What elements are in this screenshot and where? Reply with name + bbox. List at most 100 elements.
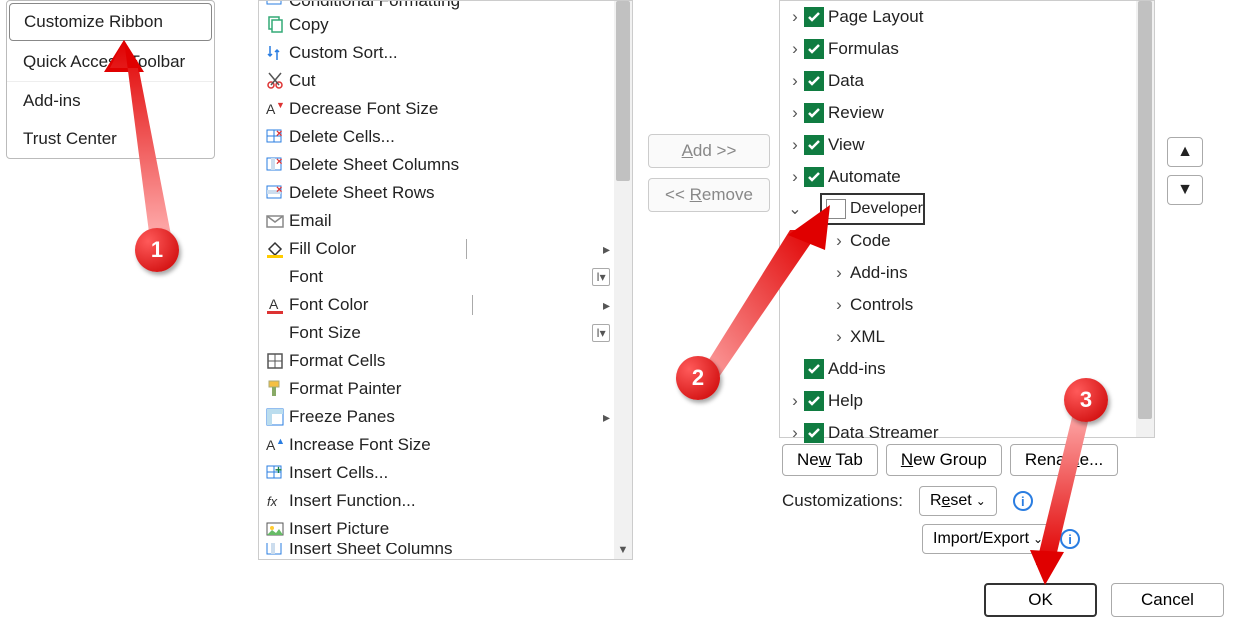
command-item[interactable]: Insert Picture [259, 515, 632, 543]
chevron-right-icon[interactable]: › [786, 391, 804, 411]
sidebar-item-trust-center[interactable]: Trust Center [7, 120, 214, 158]
command-label: Fill Color [289, 239, 356, 259]
rename-button[interactable]: Rename... [1010, 444, 1118, 476]
command-item[interactable]: Copy [259, 11, 632, 39]
command-item[interactable]: Email [259, 207, 632, 235]
chevron-right-icon[interactable]: › [830, 231, 848, 251]
tree-item[interactable]: Add-ins [780, 353, 1154, 385]
command-item[interactable]: Conditional Formatting [259, 1, 632, 11]
command-item[interactable]: Fill Color▸ [259, 235, 632, 263]
checkbox-checked[interactable] [804, 167, 824, 187]
svg-text:A: A [266, 437, 276, 453]
chevron-right-icon[interactable]: › [830, 263, 848, 283]
remove-button[interactable]: << Remove [648, 178, 770, 212]
command-label: Decrease Font Size [289, 99, 438, 119]
commands-scroll-thumb[interactable] [616, 1, 630, 181]
checkbox-checked[interactable] [804, 103, 824, 123]
options-sidebar: Customize Ribbon Quick Access Toolbar Ad… [6, 0, 215, 159]
command-item[interactable]: ×Delete Sheet Rows [259, 179, 632, 207]
add-button[interactable]: Add >> [648, 134, 770, 168]
cut-icon [263, 69, 287, 93]
tree-subitem[interactable]: ›Add-ins [780, 257, 1154, 289]
new-tab-button[interactable]: New Tab [782, 444, 878, 476]
tree-subitem[interactable]: ›Code [780, 225, 1154, 257]
command-item[interactable]: Font SizeI▾ [259, 319, 632, 347]
chevron-right-icon[interactable]: › [786, 423, 804, 443]
sidebar-item-customize-ribbon[interactable]: Customize Ribbon [9, 3, 212, 41]
checkbox-checked[interactable] [804, 7, 824, 27]
tree-subitem[interactable]: ›XML [780, 321, 1154, 353]
command-label: Delete Cells... [289, 127, 395, 147]
chevron-right-icon[interactable]: › [786, 7, 804, 27]
sidebar-item-add-ins[interactable]: Add-ins [7, 82, 214, 120]
chevron-right-icon[interactable]: › [786, 71, 804, 91]
import-export-dropdown[interactable]: Import/Export⌄ [922, 524, 1054, 554]
chevron-right-icon[interactable]: › [786, 135, 804, 155]
decrease-font-icon: A▼ [263, 97, 287, 121]
import-info-icon[interactable]: i [1060, 529, 1080, 549]
annotation-badge-3: 3 [1064, 378, 1108, 422]
chevron-right-icon[interactable]: › [786, 167, 804, 187]
command-item[interactable]: Custom Sort... [259, 39, 632, 67]
custom-sort-icon [263, 41, 287, 65]
conditional-formatting-icon [263, 1, 287, 11]
commands-scroll-down[interactable]: ▼ [614, 541, 632, 559]
tree-item-developer[interactable]: Developer [820, 193, 925, 225]
checkbox-checked[interactable] [804, 135, 824, 155]
command-item[interactable]: ×Delete Cells... [259, 123, 632, 151]
tree-scroll-thumb[interactable] [1138, 1, 1152, 419]
checkbox-checked[interactable] [804, 71, 824, 91]
checkbox-unchecked[interactable] [826, 199, 846, 219]
command-label: Font Size [289, 323, 361, 343]
tree-item[interactable]: ›Data [780, 65, 1154, 97]
tree-label: Controls [850, 295, 913, 315]
copy-icon [263, 13, 287, 37]
command-item[interactable]: +Insert Cells... [259, 459, 632, 487]
move-up-button[interactable]: ▲ [1167, 137, 1203, 167]
checkbox-checked[interactable] [804, 359, 824, 379]
move-updown-buttons: ▲ ▼ [1167, 137, 1203, 205]
chevron-right-icon[interactable]: › [786, 103, 804, 123]
tree-subitem[interactable]: ›Controls [780, 289, 1154, 321]
checkbox-checked[interactable] [804, 39, 824, 59]
move-down-button[interactable]: ▼ [1167, 175, 1203, 205]
chevron-down-icon[interactable]: ⌄ [786, 199, 804, 219]
command-item[interactable]: Format Cells [259, 347, 632, 375]
ok-button[interactable]: OK [984, 583, 1097, 617]
tree-label: Review [828, 103, 884, 123]
chevron-right-icon[interactable]: › [830, 295, 848, 315]
tree-label: Add-ins [828, 359, 886, 379]
command-item[interactable]: A▼Decrease Font Size [259, 95, 632, 123]
command-item[interactable]: Freeze Panes▸ [259, 403, 632, 431]
tree-label: Page Layout [828, 7, 923, 27]
command-item[interactable]: fxInsert Function... [259, 487, 632, 515]
tree-item[interactable]: › Review [780, 97, 1154, 129]
reset-dropdown[interactable]: Reset⌄ [919, 486, 997, 516]
command-label: Email [289, 211, 332, 231]
cancel-button[interactable]: Cancel [1111, 583, 1224, 617]
checkbox-checked[interactable] [804, 391, 824, 411]
command-label: Conditional Formatting [289, 1, 460, 11]
tree-item[interactable]: › Page Layout [780, 1, 1154, 33]
tree-item[interactable]: ›View [780, 129, 1154, 161]
chevron-right-icon[interactable]: › [786, 39, 804, 59]
chevron-right-icon[interactable]: › [830, 327, 848, 347]
command-item[interactable]: Insert Sheet Columns [259, 543, 632, 555]
command-label: Insert Sheet Columns [289, 543, 452, 555]
email-icon [263, 209, 287, 233]
command-item[interactable]: Cut [259, 67, 632, 95]
tree-item[interactable]: ›Automate [780, 161, 1154, 193]
command-item[interactable]: ×Delete Sheet Columns [259, 151, 632, 179]
tree-scrollbar[interactable] [1136, 1, 1154, 437]
reset-info-icon[interactable]: i [1013, 491, 1033, 511]
sidebar-item-quick-access-toolbar[interactable]: Quick Access Toolbar [7, 43, 214, 81]
tree-item[interactable]: ›Formulas [780, 33, 1154, 65]
commands-scrollbar[interactable]: ▼ [614, 1, 632, 559]
command-item[interactable]: FontI▾ [259, 263, 632, 291]
command-item[interactable]: A▲Increase Font Size [259, 431, 632, 459]
checkbox-checked[interactable] [804, 423, 824, 443]
command-item[interactable]: Format Painter [259, 375, 632, 403]
new-group-button[interactable]: New Group [886, 444, 1002, 476]
increase-font-icon: A▲ [263, 433, 287, 457]
command-item[interactable]: AFont Color▸ [259, 291, 632, 319]
